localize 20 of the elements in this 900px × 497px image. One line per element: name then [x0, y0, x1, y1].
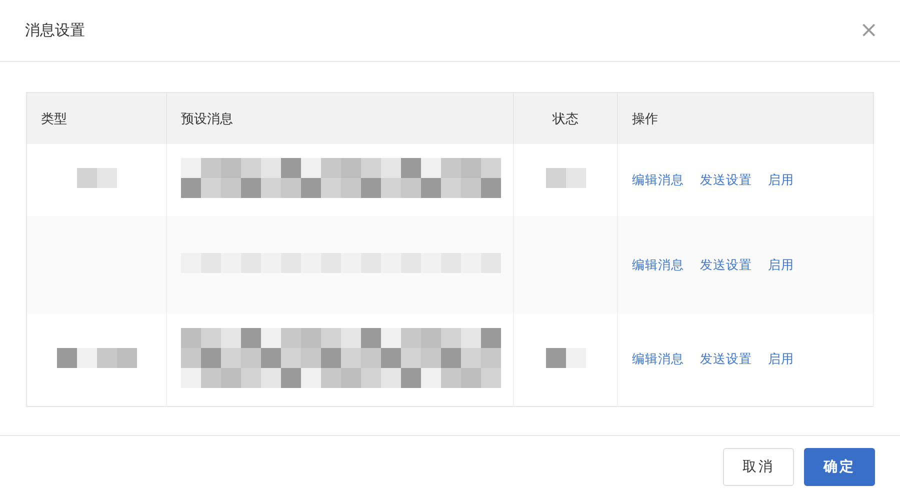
action-link[interactable]: 编辑消息: [632, 256, 684, 272]
column-header: 操作: [618, 92, 874, 144]
confirm-button[interactable]: 确定: [804, 448, 875, 486]
action-link[interactable]: 发送设置: [700, 172, 752, 186]
action-link[interactable]: 编辑消息: [632, 172, 684, 186]
column-header: 预设消息: [166, 92, 514, 144]
action-link[interactable]: 启用: [768, 351, 794, 366]
pixelated-content: [76, 168, 116, 188]
action-link[interactable]: 启用: [768, 256, 794, 272]
action-link[interactable]: 发送设置: [700, 256, 752, 272]
action-link[interactable]: 启用: [768, 172, 794, 186]
pixelated-content: [546, 348, 586, 368]
column-header: 类型: [26, 92, 166, 144]
action-link[interactable]: 发送设置: [700, 351, 752, 366]
pixelated-content: [546, 168, 586, 188]
close-button[interactable]: ×: [860, 18, 878, 43]
dialog-title: 消息设置: [25, 21, 85, 40]
action-link[interactable]: 编辑消息: [632, 351, 684, 366]
cancel-button[interactable]: 取消: [723, 448, 794, 486]
column-header: 状态: [514, 92, 618, 144]
